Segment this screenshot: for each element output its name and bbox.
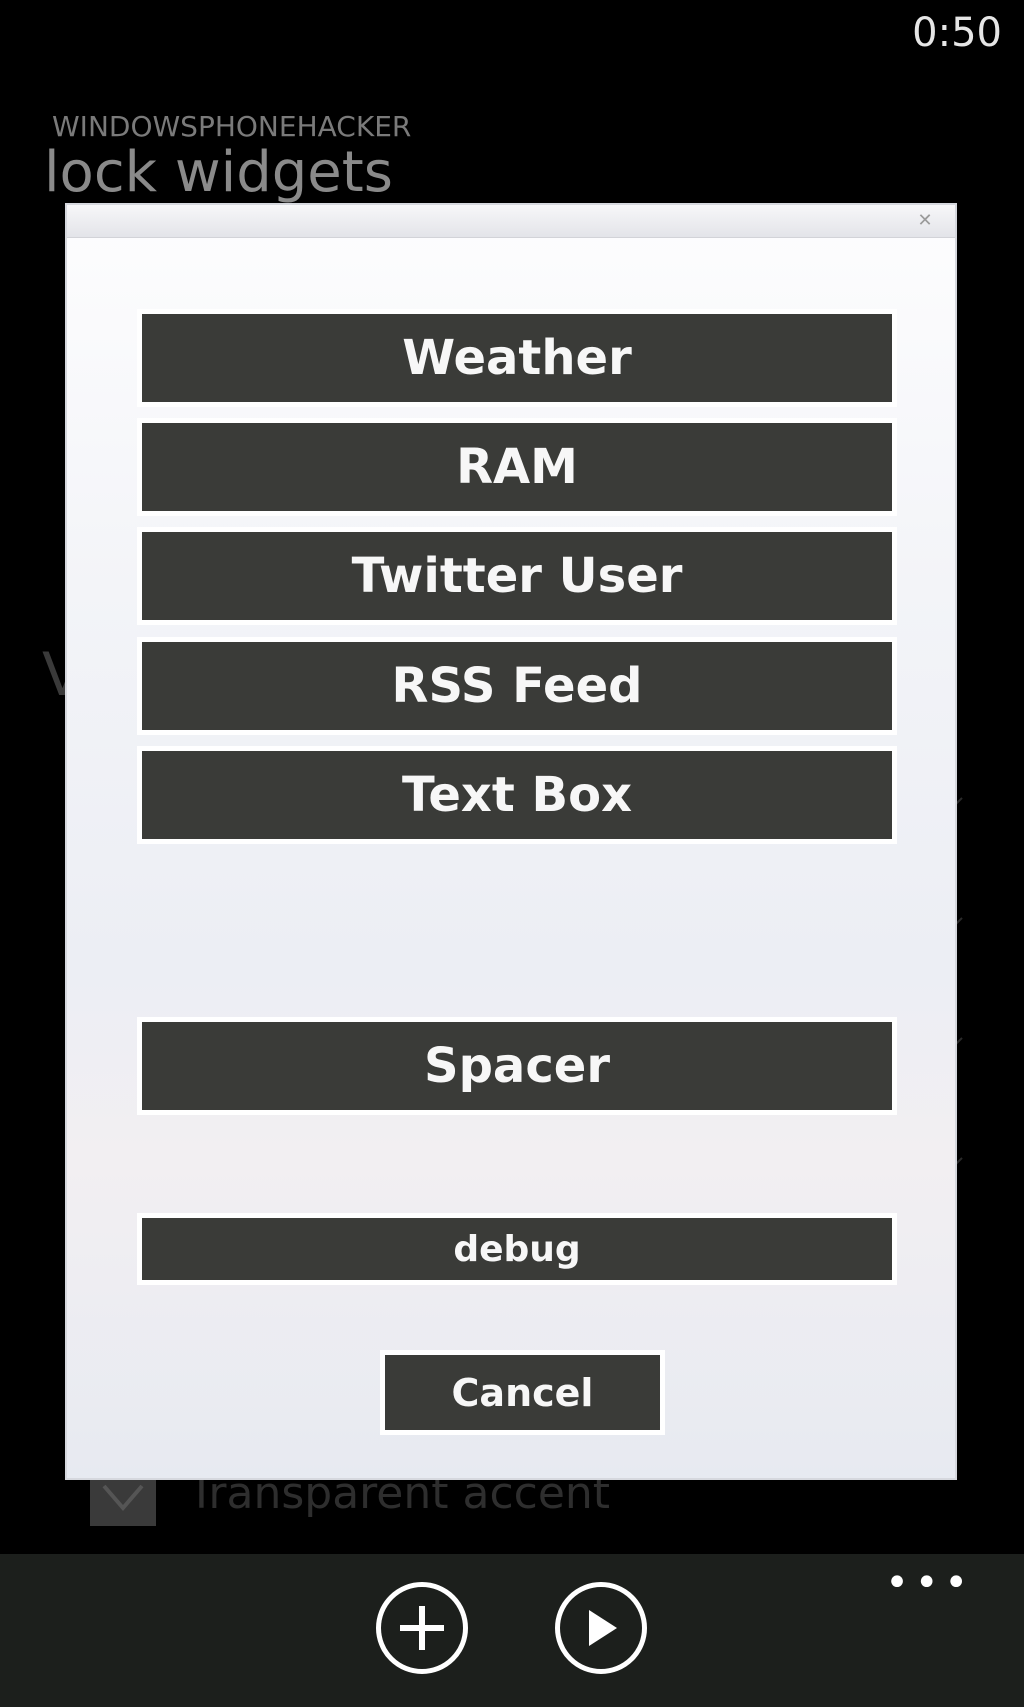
add-icon [400, 1606, 444, 1650]
weather-button[interactable]: Weather [137, 309, 897, 407]
ram-button[interactable]: RAM [137, 418, 897, 516]
cancel-button[interactable]: Cancel [380, 1350, 665, 1435]
application-bar [0, 1554, 1024, 1707]
play-button[interactable] [555, 1582, 647, 1674]
twitter-user-button[interactable]: Twitter User [137, 527, 897, 625]
check-icon [102, 1484, 144, 1512]
text-box-button[interactable]: Text Box [137, 746, 897, 844]
spacer-button[interactable]: Spacer [137, 1017, 897, 1115]
status-time: 0:50 [912, 10, 1002, 56]
debug-button[interactable]: debug [137, 1213, 897, 1285]
rss-feed-button[interactable]: RSS Feed [137, 637, 897, 735]
close-icon[interactable]: ✕ [915, 211, 935, 231]
more-options-icon[interactable]: ••• [885, 1563, 974, 1603]
widget-picker-dialog: ✕ Weather RAM Twitter User RSS Feed Text… [65, 203, 957, 1480]
dialog-titlebar: ✕ [67, 205, 955, 238]
app-name: WINDOWSPHONEHACKER [52, 110, 412, 143]
add-button[interactable] [376, 1582, 468, 1674]
play-icon [589, 1610, 617, 1646]
page-title: lock widgets [44, 140, 393, 205]
